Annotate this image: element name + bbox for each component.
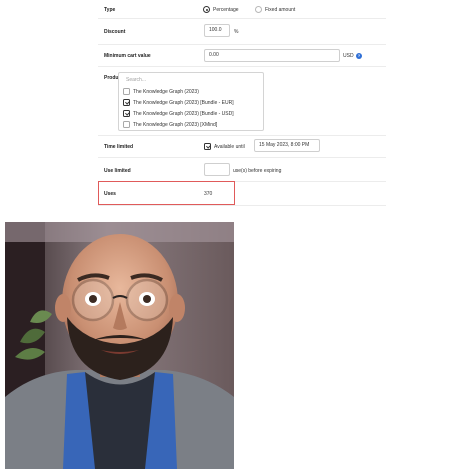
option-label: The Knowledge Graph (2023) [Bundle - EUR… bbox=[133, 99, 234, 106]
time-limited-checkbox[interactable] bbox=[204, 143, 211, 150]
product-option[interactable]: The Knowledge Graph (2023) bbox=[123, 87, 261, 96]
uses-highlight-box bbox=[98, 181, 235, 205]
percentage-radio[interactable] bbox=[203, 6, 210, 13]
product-option[interactable]: The Knowledge Graph (2023) [Bundle - EUR… bbox=[123, 98, 261, 107]
use-row: Use limited use(s) before expiring bbox=[98, 157, 386, 182]
min-cart-input[interactable]: 0.00 bbox=[204, 49, 340, 62]
option-checkbox[interactable] bbox=[123, 99, 130, 106]
product-listbox: Search... The Knowledge Graph (2023) The… bbox=[118, 72, 264, 131]
type-row: Type Percentage Fixed amount bbox=[98, 0, 386, 19]
fixed-amount-label: Fixed amount bbox=[265, 7, 296, 13]
option-label: The Knowledge Graph (2023) [Bundle - USD… bbox=[133, 110, 234, 117]
option-label: The Knowledge Graph (2023) [XMind] bbox=[133, 121, 218, 128]
available-until-label: Available until bbox=[214, 144, 245, 150]
discount-unit: % bbox=[234, 29, 239, 35]
discount-label: Discount bbox=[104, 29, 126, 35]
discount-row: Discount 100.0 % bbox=[98, 18, 386, 45]
option-checkbox[interactable] bbox=[123, 88, 130, 95]
time-row: Time limited Available until 15 May 2023… bbox=[98, 135, 386, 158]
currency-label: USD bbox=[343, 53, 354, 59]
time-label: Time limited bbox=[104, 144, 134, 150]
use-count-input[interactable] bbox=[204, 163, 230, 176]
percentage-label: Percentage bbox=[213, 7, 239, 13]
person-photo bbox=[5, 222, 234, 469]
min-cart-label: Minimum cart value bbox=[104, 53, 151, 59]
help-icon[interactable]: ? bbox=[356, 52, 362, 59]
use-label: Use limited bbox=[104, 168, 131, 174]
min-cart-row: Minimum cart value 0.00 USD ? bbox=[98, 44, 386, 67]
date-input[interactable]: 15 May 2023, 8:00 PM bbox=[254, 139, 320, 152]
fixed-amount-radio[interactable] bbox=[255, 6, 262, 13]
discount-input[interactable]: 100.0 bbox=[204, 24, 230, 37]
option-label: The Knowledge Graph (2023) bbox=[133, 88, 199, 95]
product-option[interactable]: The Knowledge Graph (2023) [Bundle - USD… bbox=[123, 109, 261, 118]
type-label: Type bbox=[104, 7, 116, 13]
use-suffix: use(s) before expiring bbox=[233, 168, 282, 174]
product-search[interactable]: Search... bbox=[122, 75, 260, 85]
product-option[interactable]: The Knowledge Graph (2023) [XMind] bbox=[123, 120, 261, 129]
photo-illustration bbox=[5, 222, 234, 469]
option-checkbox[interactable] bbox=[123, 121, 130, 128]
option-checkbox[interactable] bbox=[123, 110, 130, 117]
